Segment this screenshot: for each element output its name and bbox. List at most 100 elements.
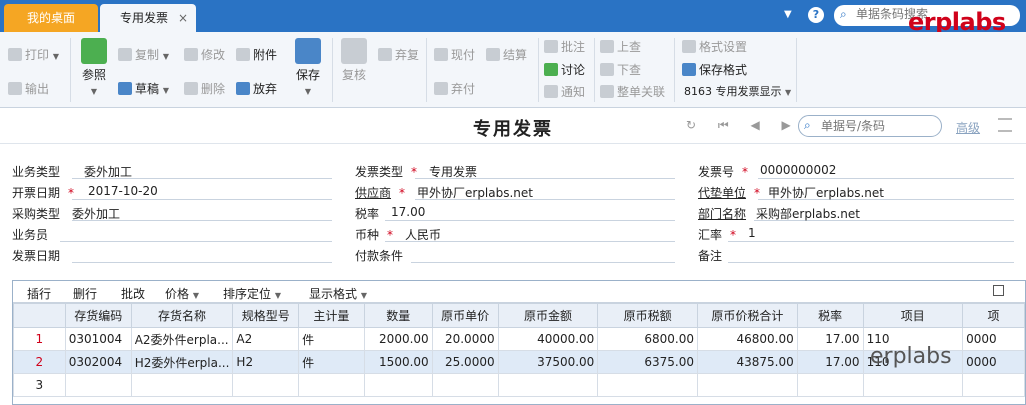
column-header[interactable]: 项 (962, 303, 1025, 328)
supplier-field[interactable]: 供应商 * 甲外协厂erplabs.net (355, 181, 675, 201)
table-cell[interactable]: 43875.00 (697, 350, 798, 374)
settle-button[interactable]: 结算 (486, 46, 527, 63)
table-cell[interactable]: 0302004 (64, 350, 132, 374)
save-button[interactable]: 保存 ▼ (292, 38, 324, 97)
delete-button[interactable]: 删除 (184, 80, 225, 97)
column-header[interactable] (13, 303, 66, 328)
discuss-button[interactable]: 讨论 (544, 61, 585, 78)
abandon-pay-button[interactable]: 弃付 (434, 80, 475, 97)
modify-button[interactable]: 修改 (184, 46, 225, 63)
column-header[interactable]: 原币单价 (431, 303, 499, 328)
table-cell[interactable] (232, 373, 300, 397)
table-cell[interactable] (130, 373, 234, 397)
price-menu[interactable]: 价格 ▼ (165, 285, 199, 302)
business-type-field[interactable]: 业务类型 委外加工 (12, 160, 332, 180)
table-cell[interactable] (363, 373, 433, 397)
table-cell[interactable]: 17.00 (796, 327, 864, 351)
table-cell[interactable]: 37500.00 (497, 350, 599, 374)
remark-field[interactable]: 备注 (698, 244, 1014, 264)
invoice-date-field[interactable]: 发票日期 (12, 244, 332, 264)
table-cell[interactable]: 0301004 (64, 327, 132, 351)
review-button[interactable]: 复核 (340, 38, 368, 83)
insert-row-button[interactable]: 插行 (27, 285, 51, 302)
currency-field[interactable]: 币种 * 人民币 (355, 223, 675, 243)
table-cell[interactable]: 0000 (962, 327, 1025, 351)
purchase-type-field[interactable]: 采购类型 委外加工 (12, 202, 332, 222)
table-cell[interactable] (431, 373, 499, 397)
column-header[interactable]: 原币税额 (597, 303, 699, 328)
batch-edit-button[interactable]: 批改 (121, 285, 145, 302)
payment-terms-field[interactable]: 付款条件 (355, 244, 675, 264)
column-header[interactable]: 存货编码 (64, 303, 132, 328)
copy-button[interactable]: 复制 ▼ (118, 46, 169, 63)
column-header[interactable]: 主计量 (298, 303, 365, 328)
discard-button[interactable]: 放弃 (236, 80, 277, 97)
department-field[interactable]: 部门名称 采购部erplabs.net (698, 202, 1014, 222)
format-select[interactable]: 8163 专用发票显示 ▼ (684, 83, 791, 99)
help-icon[interactable]: ? (808, 7, 824, 23)
table-cell[interactable]: 25.0000 (431, 350, 499, 374)
draft-button[interactable]: 草稿 ▼ (118, 80, 169, 97)
table-cell[interactable] (962, 373, 1025, 397)
doc-search[interactable]: ⌕ (798, 115, 942, 137)
table-cell[interactable]: H2委外件erpla... (130, 350, 234, 374)
paying-unit-field[interactable]: 代垫单位 * 甲外协厂erplabs.net (698, 181, 1014, 201)
attach-button[interactable]: 附件 (236, 46, 277, 63)
delete-row-button[interactable]: 删行 (73, 285, 97, 302)
exchange-rate-field[interactable]: 汇率 * 1 (698, 223, 1014, 243)
whole-link-button[interactable]: 整单关联 (600, 83, 665, 100)
table-cell[interactable]: 40000.00 (497, 327, 599, 351)
column-header[interactable]: 规格型号 (232, 303, 300, 328)
trace-down-button[interactable]: 下查 (600, 61, 641, 78)
table-cell[interactable]: H2 (232, 350, 300, 374)
expand-icon[interactable] (993, 285, 1004, 296)
table-cell[interactable] (862, 373, 964, 397)
clerk-field[interactable]: 业务员 (12, 223, 332, 243)
tax-rate-field[interactable]: 税率 17.00 (355, 202, 675, 222)
cash-pay-button[interactable]: 现付 (434, 46, 475, 63)
table-cell[interactable]: 1500.00 (363, 350, 433, 374)
approve-note-button[interactable]: 批注 (544, 38, 585, 55)
sort-locate-menu[interactable]: 排序定位 ▼ (223, 285, 281, 302)
table-cell[interactable]: 6375.00 (597, 350, 699, 374)
column-header[interactable]: 原币金额 (497, 303, 599, 328)
display-format-menu[interactable]: 显示格式 ▼ (309, 285, 367, 302)
table-cell[interactable]: 17.00 (796, 350, 864, 374)
invoice-no-field[interactable]: 发票号 * 0000000002 (698, 160, 1014, 180)
open-date-field[interactable]: 开票日期 * 2017-10-20 (12, 181, 332, 201)
table-cell[interactable]: A2委外件erpla... (130, 327, 234, 351)
refer-button[interactable]: 参照 ▼ (78, 38, 110, 97)
table-row[interactable]: 3 (13, 373, 1025, 397)
format-settings-button[interactable]: 格式设置 (682, 38, 747, 55)
table-cell[interactable] (298, 373, 365, 397)
invoice-type-field[interactable]: 发票类型 * 专用发票 (355, 160, 675, 180)
chevron-down-icon[interactable]: ▼ (784, 9, 792, 20)
table-cell[interactable]: 6800.00 (597, 327, 699, 351)
table-cell[interactable]: 20.0000 (431, 327, 499, 351)
abandon-review-button[interactable]: 弃复 (378, 46, 419, 63)
notify-button[interactable]: 通知 (544, 83, 585, 100)
tab-special-invoice[interactable]: 专用发票 × (100, 4, 196, 32)
table-cell[interactable] (497, 373, 599, 397)
column-header[interactable]: 原币价税合计 (697, 303, 798, 328)
table-cell[interactable] (796, 373, 864, 397)
table-cell[interactable] (597, 373, 699, 397)
advanced-link[interactable]: 高级 (956, 119, 980, 136)
table-cell[interactable]: 件 (298, 327, 365, 351)
trace-up-button[interactable]: 上查 (600, 38, 641, 55)
column-header[interactable]: 存货名称 (130, 303, 234, 328)
column-header[interactable]: 项目 (862, 303, 964, 328)
table-cell[interactable]: 2000.00 (363, 327, 433, 351)
menu-grip-icon[interactable] (998, 118, 1012, 132)
table-cell[interactable] (697, 373, 798, 397)
doc-search-input[interactable] (821, 119, 931, 133)
tab-home[interactable]: 我的桌面 (4, 4, 98, 32)
save-format-button[interactable]: 保存格式 (682, 61, 747, 78)
print-button[interactable]: 打印 ▼ (8, 46, 59, 63)
table-cell[interactable]: 件 (298, 350, 365, 374)
column-header[interactable]: 税率 (796, 303, 864, 328)
table-cell[interactable]: A2 (232, 327, 300, 351)
table-cell[interactable]: 0000 (962, 350, 1025, 374)
table-cell[interactable]: 46800.00 (697, 327, 798, 351)
close-icon[interactable]: × (178, 4, 188, 32)
